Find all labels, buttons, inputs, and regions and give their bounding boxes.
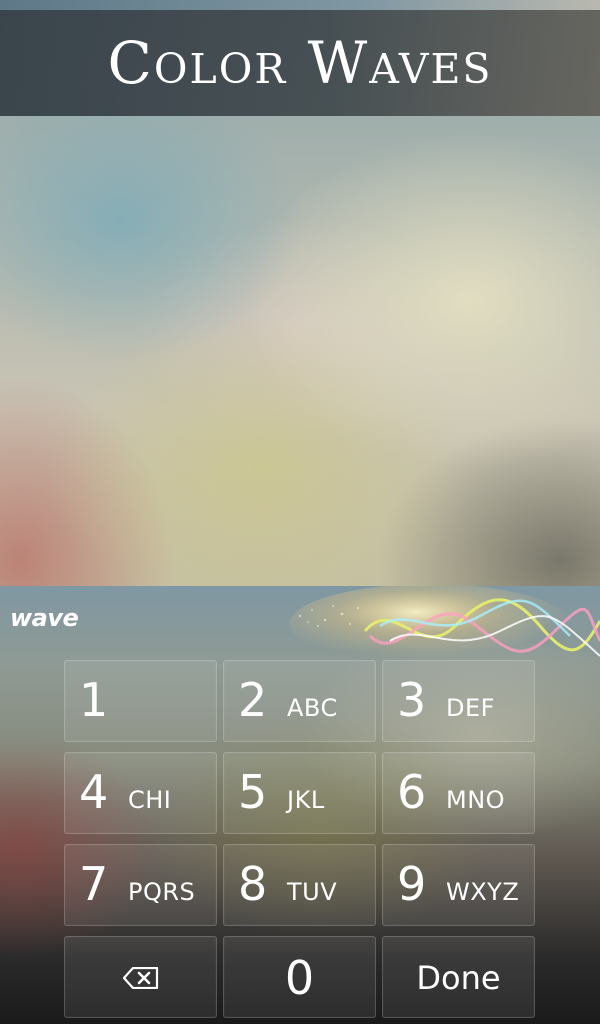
key-digit: 6 bbox=[397, 765, 427, 819]
backspace-button[interactable] bbox=[64, 936, 217, 1018]
key-8[interactable]: 8 TUV bbox=[223, 844, 376, 926]
key-letters: WXYZ bbox=[446, 878, 520, 906]
key-digit: 2 bbox=[238, 673, 268, 727]
key-3[interactable]: 3 DEF bbox=[382, 660, 535, 742]
status-bar bbox=[0, 0, 600, 10]
key-1[interactable]: 1 bbox=[64, 660, 217, 742]
key-letters: ABC bbox=[287, 694, 338, 722]
number-keypad: wave 1 2 ABC 3 DEF 4 CHI 5 JKL 6 MNO 7 P… bbox=[0, 586, 600, 1024]
key-letters: CHI bbox=[128, 786, 172, 814]
app-screen: Color Waves wave 1 2 ABC 3 DEF 4 CHI 5 J… bbox=[0, 0, 600, 1024]
key-0[interactable]: 0 bbox=[223, 936, 376, 1018]
key-9[interactable]: 9 WXYZ bbox=[382, 844, 535, 926]
key-digit: 5 bbox=[238, 765, 268, 819]
key-digit: 8 bbox=[238, 857, 268, 911]
backspace-icon bbox=[123, 967, 159, 989]
done-button[interactable]: Done bbox=[382, 936, 535, 1018]
key-4[interactable]: 4 CHI bbox=[64, 752, 217, 834]
key-digit: 0 bbox=[284, 951, 315, 1005]
key-digit: 9 bbox=[397, 857, 427, 911]
app-title: Color Waves bbox=[107, 29, 493, 97]
key-5[interactable]: 5 JKL bbox=[223, 752, 376, 834]
key-letters: DEF bbox=[446, 694, 495, 722]
wave-logo: wave bbox=[10, 604, 79, 632]
key-letters: MNO bbox=[446, 786, 506, 814]
key-digit: 3 bbox=[397, 673, 427, 727]
key-digit: 7 bbox=[79, 857, 109, 911]
key-letters: TUV bbox=[287, 878, 338, 906]
key-digit: 1 bbox=[79, 673, 109, 727]
key-digit: 4 bbox=[79, 765, 109, 819]
done-label: Done bbox=[416, 959, 501, 997]
key-letters: PQRS bbox=[128, 878, 196, 906]
key-letters: JKL bbox=[287, 786, 325, 814]
title-banner: Color Waves bbox=[0, 10, 600, 116]
key-2[interactable]: 2 ABC bbox=[223, 660, 376, 742]
key-7[interactable]: 7 PQRS bbox=[64, 844, 217, 926]
key-6[interactable]: 6 MNO bbox=[382, 752, 535, 834]
